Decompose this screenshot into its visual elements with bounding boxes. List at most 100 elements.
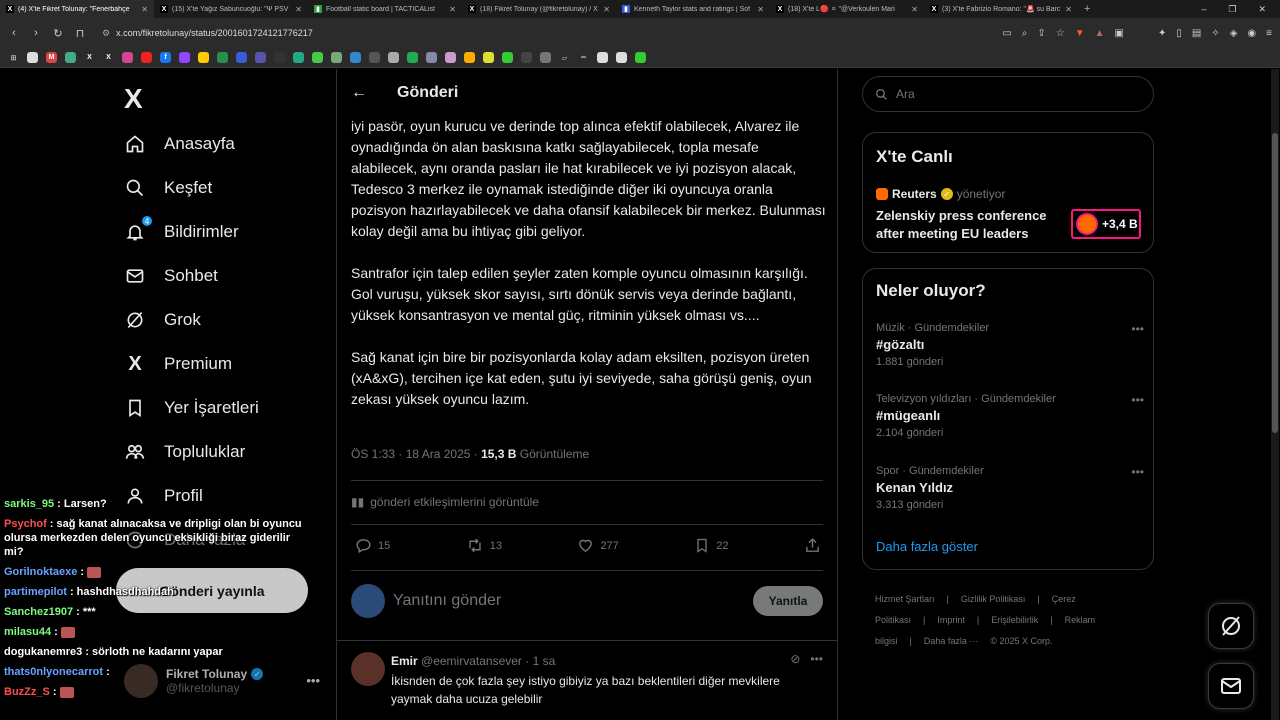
more-icon[interactable]: ••• <box>1131 322 1144 336</box>
tab-close-icon[interactable]: ✕ <box>141 5 148 14</box>
bookmark-facebook-icon[interactable]: f <box>160 52 171 63</box>
bookmark-site2-icon[interactable] <box>236 52 247 63</box>
live-listeners-badge[interactable]: +3,4 B <box>1071 209 1141 239</box>
extensions-icon[interactable]: ✦ <box>1158 28 1166 39</box>
like-button[interactable]: 277 <box>577 537 619 554</box>
more-icon[interactable]: ••• <box>1131 393 1144 407</box>
live-on-x-card[interactable]: X'te Canlı Reuters ✓ yönetiyor Zelenskiy… <box>862 132 1154 253</box>
vpn-icon[interactable]: ◈ <box>1230 28 1238 39</box>
nav-item-chat[interactable]: Sohbet <box>124 261 218 291</box>
profile-icon[interactable]: ◉ <box>1247 28 1256 39</box>
wallet-icon[interactable]: ▣ <box>1115 28 1124 39</box>
grok-float-button[interactable] <box>1208 603 1254 649</box>
more-icon[interactable]: ••• <box>1131 465 1144 479</box>
bookmark-site17-icon[interactable] <box>521 52 532 63</box>
browser-tab[interactable]: X (18) X'te L🔴 ⚪ "@Verkoulen Mari ✕ <box>770 0 924 18</box>
url-field[interactable]: ⚙ x.com/fikretolunay/status/200160172412… <box>96 23 992 43</box>
leo-icon[interactable]: ✧ <box>1211 28 1219 39</box>
tab-close-icon[interactable]: ✕ <box>603 5 610 14</box>
folder-icon[interactable]: ▱ <box>559 52 570 63</box>
bookmark-site19-icon[interactable] <box>597 52 608 63</box>
repost-button[interactable]: 13 <box>466 537 502 554</box>
reply-time[interactable]: · 1 sa <box>525 654 555 668</box>
trend-item[interactable]: Televizyon yıldızları · Gündemdekiler #m… <box>876 393 1144 439</box>
bookmark-site4-icon[interactable] <box>274 52 285 63</box>
bookmark-site9-icon[interactable] <box>369 52 380 63</box>
footer-link[interactable]: © 2025 X Corp. <box>990 636 1052 646</box>
bookmark-site12-icon[interactable] <box>426 52 437 63</box>
footer-link[interactable]: Gizlilik Politikası <box>961 594 1026 604</box>
bookmark-site13-icon[interactable] <box>445 52 456 63</box>
bookmark-site6-icon[interactable] <box>312 52 323 63</box>
new-tab-button[interactable]: + <box>1078 3 1096 15</box>
brave-shield-icon[interactable]: ▼ <box>1075 28 1085 39</box>
reply-submit-button[interactable]: Yanıtla <box>753 586 823 616</box>
account-more-icon[interactable]: ••• <box>306 673 320 688</box>
bookmark-sheets-icon[interactable] <box>217 52 228 63</box>
forward-icon[interactable]: › <box>30 27 42 39</box>
bookmark-site5-icon[interactable] <box>293 52 304 63</box>
show-more-link[interactable]: Daha fazla göster <box>876 539 978 554</box>
more-icon[interactable]: ••• <box>810 652 823 666</box>
bookmark-link-icon[interactable]: ∞ <box>578 52 589 63</box>
share-icon[interactable]: ⇪ <box>1037 28 1045 39</box>
tab-close-icon[interactable]: ✕ <box>1065 5 1072 14</box>
bookmark-instagram-icon[interactable] <box>122 52 133 63</box>
back-icon[interactable]: ‹ <box>8 27 20 39</box>
bookmark-site15-icon[interactable] <box>483 52 494 63</box>
reload-icon[interactable]: ↻ <box>52 27 64 40</box>
menu-icon[interactable]: ≡ <box>1266 28 1272 39</box>
bookmark-site8-icon[interactable] <box>350 52 361 63</box>
nav-item-explore[interactable]: Keşfet <box>124 173 212 203</box>
bookmark-maps-icon[interactable] <box>65 52 76 63</box>
browser-tab[interactable]: X (18) Fikret Tolunay (@fikretolunay) / X… <box>462 0 616 18</box>
back-arrow-icon[interactable]: ← <box>351 84 367 102</box>
browser-tab[interactable]: X (4) X'te Fikret Tolunay: "Fenerbahçe ✕ <box>0 0 154 18</box>
footer-link[interactable]: Erişilebilirlik <box>991 615 1038 625</box>
nav-item-bookmarks[interactable]: Yer İşaretleri <box>124 393 259 423</box>
nav-item-home[interactable]: Anasayfa <box>124 129 235 159</box>
tab-close-icon[interactable]: ✕ <box>295 5 302 14</box>
bookmark-gmail-icon[interactable]: M <box>46 52 57 63</box>
footer-link[interactable]: Daha fazla ··· <box>924 636 979 646</box>
minimize-button[interactable]: – <box>1201 4 1206 14</box>
wallet2-icon[interactable]: ▤ <box>1192 28 1201 39</box>
reply-author-name[interactable]: Emir <box>391 654 418 668</box>
site-info-icon[interactable]: ⚙ <box>102 28 110 39</box>
tab-close-icon[interactable]: ✕ <box>449 5 456 14</box>
grok-icon[interactable]: ⊘ <box>790 652 800 666</box>
footer-link[interactable]: Imprint <box>937 615 965 625</box>
bookmark-x2-icon[interactable]: X <box>103 52 114 63</box>
bookmark-x-icon[interactable]: X <box>84 52 95 63</box>
rewards-icon[interactable]: ▲ <box>1095 28 1105 39</box>
bookmark-site7-icon[interactable] <box>331 52 342 63</box>
browser-tab[interactable]: ▮ Football static board | TACTICAList ✕ <box>308 0 462 18</box>
nav-item-communities[interactable]: Topluluklar <box>124 437 245 467</box>
maximize-button[interactable]: ❐ <box>1228 4 1236 15</box>
footer-link[interactable]: Hizmet Şartları <box>875 594 935 604</box>
bookmark-site11-icon[interactable] <box>407 52 418 63</box>
tab-close-icon[interactable]: ✕ <box>757 5 764 14</box>
bookmark-button[interactable]: 22 <box>694 537 729 554</box>
avatar[interactable] <box>351 652 385 686</box>
cast-icon[interactable]: ▭ <box>1002 28 1011 39</box>
bookmark-site3-icon[interactable] <box>255 52 266 63</box>
star-icon[interactable]: ☆ <box>1056 28 1065 39</box>
bookmark-youtube-icon[interactable] <box>141 52 152 63</box>
bookmark-site-icon[interactable] <box>198 52 209 63</box>
bookmark-site20-icon[interactable] <box>616 52 627 63</box>
x-logo[interactable]: X <box>124 83 143 115</box>
reply-button[interactable]: 15 <box>355 537 390 554</box>
post-timestamp[interactable]: ÖS 1:33 · 18 Ara 2025 · <box>351 447 481 461</box>
close-window-button[interactable]: ✕ <box>1258 4 1266 15</box>
bookmark-site21-icon[interactable] <box>635 52 646 63</box>
scrollbar-thumb[interactable] <box>1272 133 1278 433</box>
tab-close-icon[interactable]: ✕ <box>911 5 918 14</box>
view-engagements-link[interactable]: ▮▮ gönderi etkileşimlerini görüntüle <box>351 495 539 509</box>
nav-item-notifications[interactable]: 4 Bildirimler <box>124 215 239 247</box>
share-button[interactable] <box>804 537 821 554</box>
reply-input[interactable]: Yanıtını gönder <box>393 592 753 610</box>
bookmark-site14-icon[interactable] <box>464 52 475 63</box>
url-text[interactable]: x.com/fikretolunay/status/20016017241217… <box>116 28 313 38</box>
trend-item[interactable]: Müzik · Gündemdekiler #gözaltı 1.881 gön… <box>876 322 1144 368</box>
